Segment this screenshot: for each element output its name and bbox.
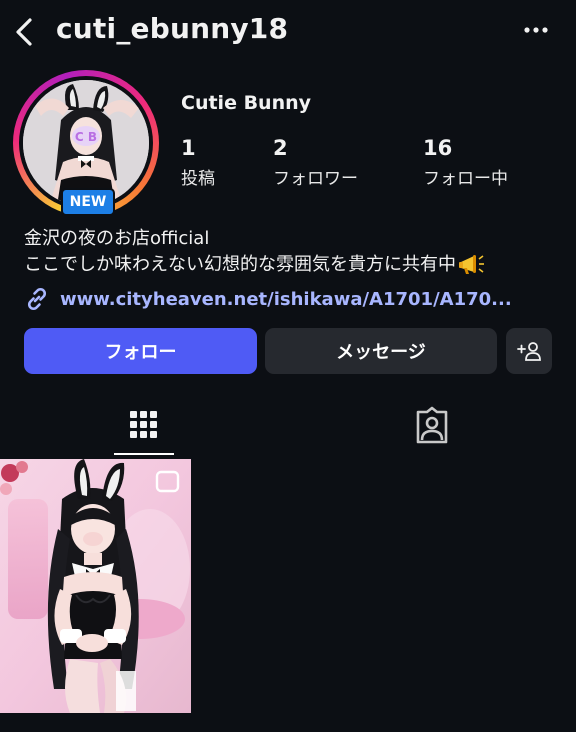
message-button-label: メッセージ bbox=[336, 342, 426, 363]
profile-username: cuti_ebunny18 bbox=[56, 12, 289, 45]
following-label: フォロー中 bbox=[423, 169, 508, 189]
link-icon bbox=[27, 287, 47, 311]
back-button[interactable] bbox=[10, 14, 38, 50]
posts-label: 投稿 bbox=[181, 169, 215, 189]
tab-posts-grid[interactable] bbox=[114, 402, 174, 454]
profile-link[interactable]: www.cityheaven.net/ishikawa/A1701/A170..… bbox=[24, 286, 512, 312]
grid-icon bbox=[130, 411, 157, 438]
profile-bio: 金沢の夜のお店official ここでしか味わえない幻想的な雰囲気を貴方に共有中 bbox=[24, 226, 486, 278]
display-name: Cutie Bunny bbox=[181, 92, 312, 114]
stat-followers[interactable]: 2 フォロワー bbox=[273, 136, 358, 189]
stat-posts[interactable]: 1 投稿 bbox=[181, 136, 215, 189]
followers-label: フォロワー bbox=[273, 169, 358, 189]
follow-button-label: フォロー bbox=[104, 342, 177, 363]
bio-line: ここでしか味わえない幻想的な雰囲気を貴方に共有中 bbox=[24, 254, 456, 275]
followers-count: 2 bbox=[273, 136, 288, 160]
stat-following[interactable]: 16 フォロー中 bbox=[423, 136, 508, 189]
new-badge: NEW bbox=[61, 188, 115, 216]
following-count: 16 bbox=[423, 136, 453, 160]
link-text: www.cityheaven.net/ishikawa/A1701/A170..… bbox=[60, 288, 512, 310]
post-thumbnail[interactable] bbox=[0, 459, 191, 713]
follow-button[interactable]: フォロー bbox=[24, 328, 257, 374]
more-horizontal-icon bbox=[524, 27, 548, 33]
suggested-accounts-button[interactable] bbox=[506, 328, 552, 374]
more-options-button[interactable] bbox=[520, 20, 552, 40]
bio-line: 金沢の夜のお店official bbox=[24, 228, 210, 249]
megaphone-icon bbox=[459, 255, 484, 274]
svg-text:C B: C B bbox=[75, 130, 97, 144]
active-tab-indicator bbox=[114, 453, 174, 455]
message-button[interactable]: メッセージ bbox=[265, 328, 497, 374]
posts-count: 1 bbox=[181, 136, 196, 160]
tab-tagged[interactable] bbox=[402, 402, 462, 454]
chevron-left-icon bbox=[16, 18, 32, 46]
tagged-person-icon bbox=[416, 406, 448, 444]
add-person-icon bbox=[517, 342, 541, 361]
